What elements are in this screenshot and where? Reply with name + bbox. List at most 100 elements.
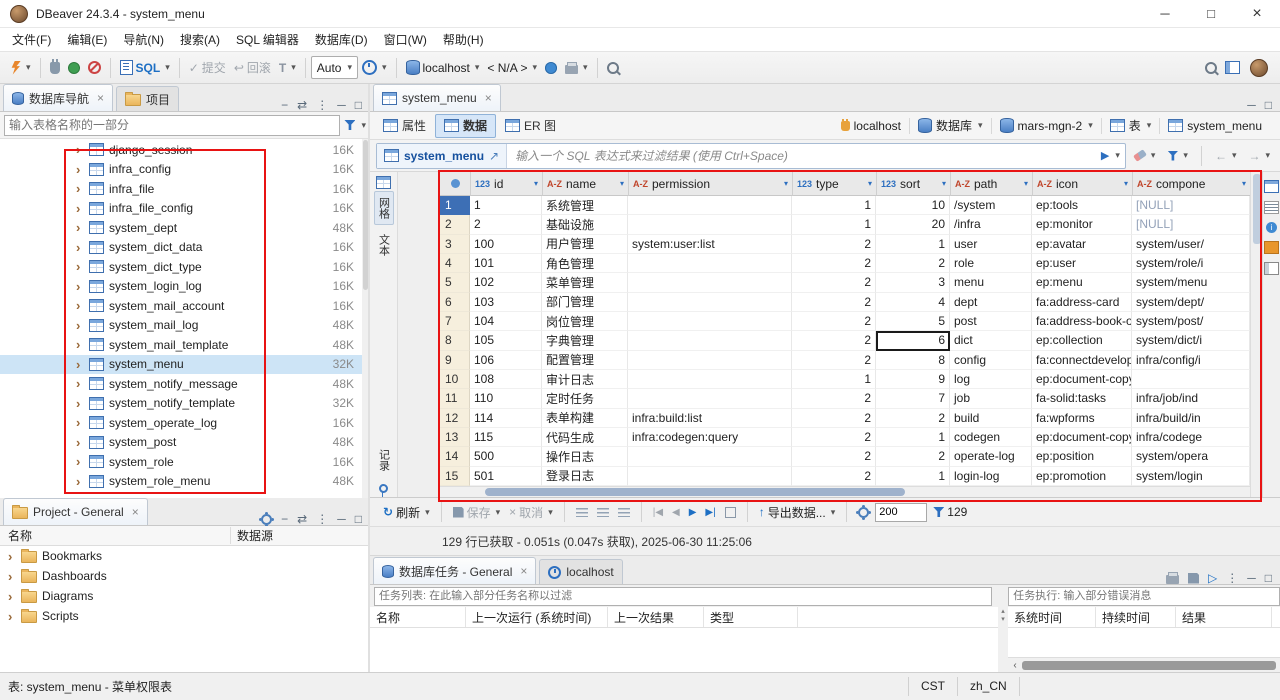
scroll-up-icon[interactable]: ▴ bbox=[1001, 608, 1005, 615]
menu-item[interactable]: SQL 编辑器 bbox=[228, 28, 307, 51]
grid-cell[interactable]: codegen bbox=[950, 427, 1032, 448]
table-tree-item[interactable]: › system_role 16K bbox=[0, 452, 370, 472]
close-icon[interactable]: × bbox=[97, 91, 104, 105]
grid-cell[interactable]: 审计日志 bbox=[542, 369, 628, 390]
grid-cell[interactable]: 定时任务 bbox=[542, 389, 628, 409]
row-number[interactable]: 9 bbox=[440, 350, 470, 370]
grid-cell[interactable]: infra/build/in bbox=[1132, 408, 1250, 428]
column-header-sort[interactable]: 123 sort ▾ bbox=[877, 172, 951, 196]
chevron-right-icon[interactable]: › bbox=[76, 142, 84, 157]
grid-cell[interactable]: 114 bbox=[470, 408, 542, 428]
project-item-scripts[interactable]: › Scripts bbox=[0, 606, 370, 626]
settings-gear-icon[interactable] bbox=[261, 513, 273, 525]
row-number[interactable]: 14 bbox=[440, 447, 470, 467]
grid-cell[interactable]: /system bbox=[950, 196, 1032, 216]
grid-cell[interactable]: 2 bbox=[470, 215, 542, 235]
table-tree-item[interactable]: › system_post 48K bbox=[0, 433, 370, 453]
grid-cell[interactable]: 1 bbox=[876, 427, 950, 448]
table-tree-item[interactable]: › infra_file 16K bbox=[0, 179, 370, 199]
row-number[interactable]: 12 bbox=[440, 408, 470, 428]
column-header-permission[interactable]: A-Z permission ▾ bbox=[629, 172, 793, 196]
chevron-down-icon[interactable]: ▾ bbox=[1151, 150, 1156, 161]
table-tree-item[interactable]: › infra_config 16K bbox=[0, 160, 370, 180]
project-item-dashboards[interactable]: › Dashboards bbox=[0, 566, 370, 586]
chevron-right-icon[interactable]: › bbox=[76, 181, 84, 196]
grid-cell[interactable]: 岗位管理 bbox=[542, 311, 628, 332]
grid-cell[interactable]: infra/codege bbox=[1132, 427, 1250, 448]
filter-funnel-icon[interactable] bbox=[344, 120, 356, 130]
grid-cell[interactable]: 105 bbox=[470, 331, 542, 351]
grid-cell[interactable]: 8 bbox=[876, 350, 950, 370]
grid-cell[interactable] bbox=[628, 466, 792, 486]
chevron-down-icon[interactable]: ▾ bbox=[532, 62, 537, 73]
chevron-down-icon[interactable]: ▾ bbox=[978, 120, 983, 131]
chevron-right-icon[interactable]: › bbox=[76, 454, 84, 469]
grid-cell[interactable]: 20 bbox=[876, 215, 950, 235]
view-menu-button[interactable]: ⋮ bbox=[316, 99, 328, 111]
row-number[interactable]: 6 bbox=[440, 292, 470, 312]
grid-cell[interactable] bbox=[628, 369, 792, 390]
grid-cell[interactable]: 102 bbox=[470, 273, 542, 293]
save-icon[interactable] bbox=[1188, 572, 1199, 584]
row-number[interactable]: 11 bbox=[440, 389, 470, 409]
tab-record-view[interactable]: 记录 bbox=[375, 444, 393, 476]
sql-editor-button[interactable]: SQL ▾ bbox=[116, 57, 174, 78]
column-filter-icon[interactable]: ▾ bbox=[784, 179, 788, 188]
menu-item[interactable]: 数据库(D) bbox=[307, 28, 376, 51]
grid-cell[interactable]: system/user/ bbox=[1132, 234, 1250, 254]
grid-cell[interactable]: 角色管理 bbox=[542, 253, 628, 274]
chevron-down-icon[interactable]: ▾ bbox=[831, 507, 836, 518]
grid-cell[interactable]: 104 bbox=[470, 311, 542, 332]
close-button[interactable]: × bbox=[1234, 0, 1280, 27]
grid-cell[interactable]: system:user:list bbox=[628, 234, 792, 254]
breadcrumb-item[interactable]: 数据库 ▾ bbox=[914, 115, 987, 136]
grid-cell[interactable]: 5 bbox=[876, 311, 950, 332]
task-column-header[interactable]: 上一次运行 (系统时间) bbox=[466, 607, 608, 627]
grid-cell[interactable]: /infra bbox=[950, 215, 1032, 235]
grid-cell[interactable]: operate-log bbox=[950, 447, 1032, 467]
globe-button[interactable] bbox=[541, 59, 561, 77]
tab-database-navigator[interactable]: 数据库导航 × bbox=[3, 84, 114, 111]
grid-cell[interactable]: 基础设施 bbox=[542, 215, 628, 235]
grid-cell[interactable]: 登录日志 bbox=[542, 466, 628, 486]
commit-button[interactable]: ✓ 提交 bbox=[185, 56, 230, 79]
maximize-panel-button[interactable]: □ bbox=[355, 513, 362, 525]
chevron-right-icon[interactable]: › bbox=[76, 357, 84, 372]
grid-cell[interactable]: 系统管理 bbox=[542, 196, 628, 216]
minimize-button[interactable]: ─ bbox=[1142, 0, 1188, 27]
grid-cell[interactable]: fa:wpforms bbox=[1032, 408, 1132, 428]
close-icon[interactable]: × bbox=[520, 564, 527, 578]
chevron-down-icon[interactable]: ▾ bbox=[1115, 150, 1125, 161]
chevron-down-icon[interactable]: ▾ bbox=[1183, 150, 1188, 161]
chevron-right-icon[interactable]: › bbox=[76, 279, 84, 294]
grid-cell[interactable]: build bbox=[950, 408, 1032, 428]
grid-cell[interactable] bbox=[1132, 369, 1250, 390]
chevron-right-icon[interactable]: › bbox=[8, 589, 16, 604]
apply-filter-button[interactable]: ▶ bbox=[1097, 149, 1113, 162]
grid-cell[interactable]: 1 bbox=[792, 369, 876, 390]
toggle-panel-button[interactable] bbox=[1221, 58, 1244, 77]
value-panel-icon[interactable] bbox=[1264, 180, 1279, 193]
chevron-right-icon[interactable]: › bbox=[8, 569, 16, 584]
menu-item[interactable]: 帮助(H) bbox=[435, 28, 492, 51]
chevron-down-icon[interactable]: ▾ bbox=[425, 507, 430, 518]
chevron-down-icon[interactable]: ▾ bbox=[475, 62, 480, 73]
chevron-down-icon[interactable]: ▾ bbox=[1232, 150, 1237, 161]
print-icon[interactable] bbox=[1166, 572, 1179, 584]
table-tree-item[interactable]: › system_mail_template 48K bbox=[0, 335, 370, 355]
task-column-header[interactable]: 上一次结果 bbox=[608, 607, 704, 627]
grid-cell[interactable]: 用户管理 bbox=[542, 234, 628, 254]
grid-cell[interactable]: system/dept/ bbox=[1132, 292, 1250, 312]
grid-cell[interactable]: 代码生成 bbox=[542, 427, 628, 448]
grid-cell[interactable]: system/menu bbox=[1132, 273, 1250, 293]
grid-cell[interactable]: dict bbox=[950, 331, 1032, 351]
task-exec-column-header[interactable]: 结果 bbox=[1176, 607, 1272, 627]
add-row-button[interactable] bbox=[573, 506, 591, 519]
chevron-down-icon[interactable]: ▾ bbox=[165, 62, 170, 73]
grid-cell[interactable] bbox=[628, 331, 792, 351]
row-number[interactable]: 15 bbox=[440, 466, 470, 486]
column-filter-icon[interactable]: ▾ bbox=[620, 179, 624, 188]
row-number[interactable]: 8 bbox=[440, 331, 470, 351]
grid-cell[interactable]: system/post/ bbox=[1132, 311, 1250, 332]
task-exec-column-header[interactable]: 系统时间 bbox=[1008, 607, 1096, 627]
